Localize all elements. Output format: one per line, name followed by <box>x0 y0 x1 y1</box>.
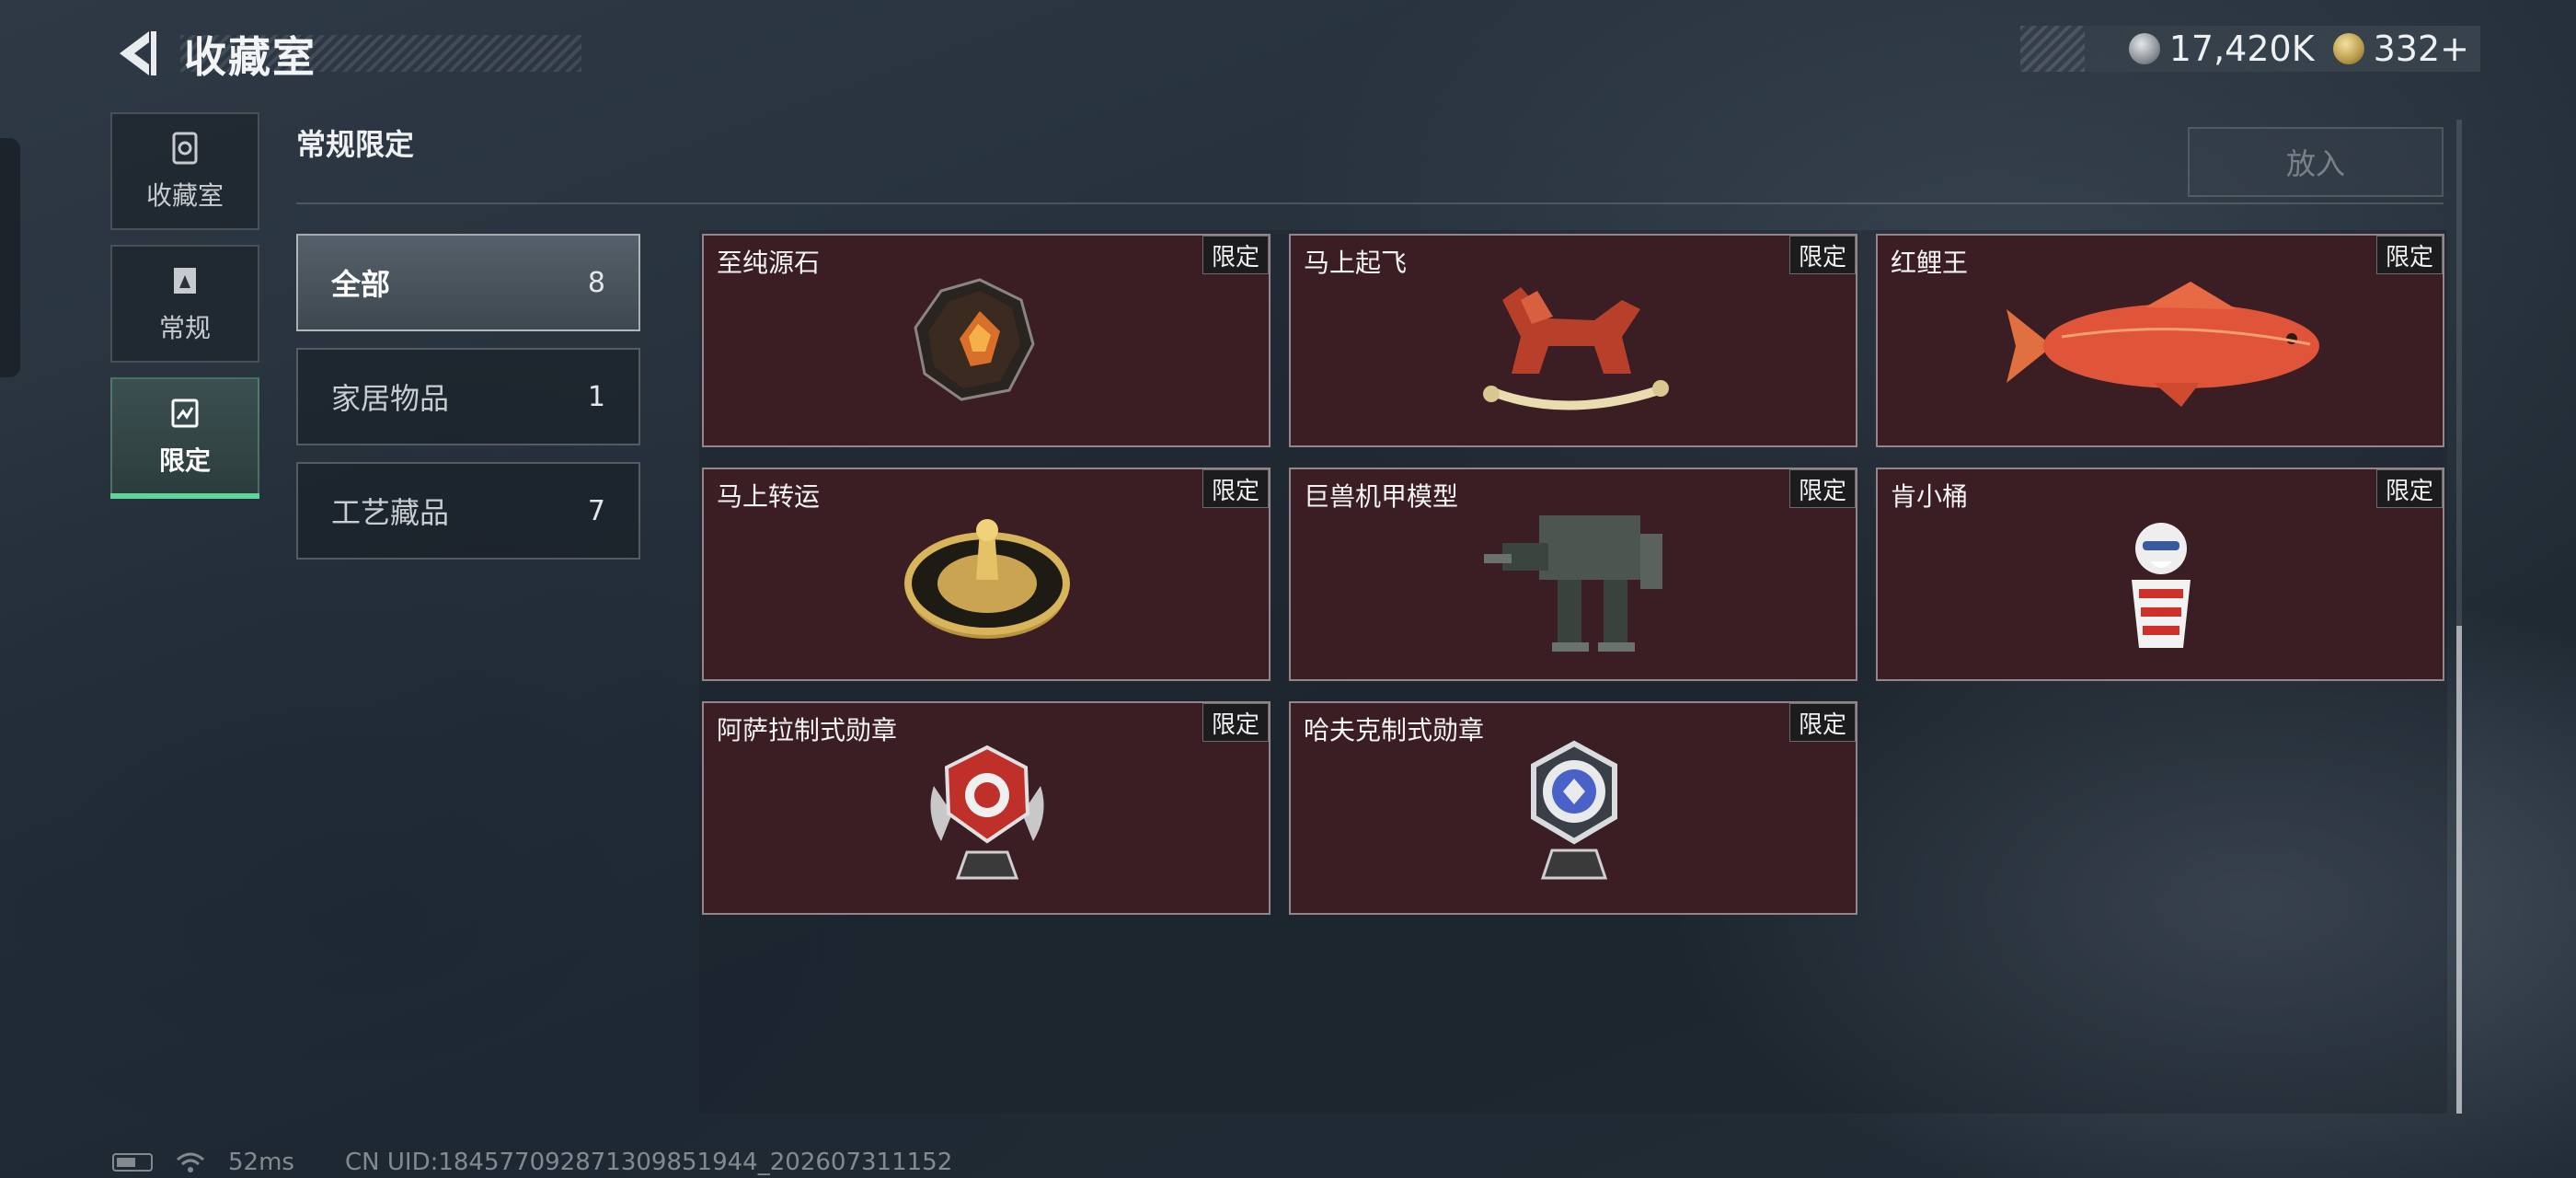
limited-icon <box>171 398 199 428</box>
item-card[interactable]: 巨兽机甲模型 限定 <box>1289 468 1857 681</box>
item-card[interactable]: 哈夫克制式勋章 限定 <box>1289 701 1857 915</box>
limited-badge: 限定 <box>1789 469 1856 508</box>
nav-item-regular[interactable]: 常规 <box>110 245 259 363</box>
category-count: 8 <box>587 266 605 299</box>
item-name: 阿萨拉制式勋章 <box>717 715 898 745</box>
status-bar: 52ms <box>112 1149 294 1176</box>
category-count: 7 <box>587 494 605 527</box>
item-name: 至纯源石 <box>717 248 821 278</box>
silver-coin-icon <box>2128 33 2160 64</box>
limited-badge: 限定 <box>1202 236 1269 274</box>
wifi-icon <box>177 1152 204 1172</box>
nav-item-collection-room[interactable]: 收藏室 <box>110 112 259 230</box>
item-name: 红鲤王 <box>1891 248 1969 278</box>
category-name: 家居物品 <box>331 381 450 416</box>
category-count: 1 <box>587 380 605 413</box>
category-name: 全部 <box>331 267 391 302</box>
limited-badge: 限定 <box>1202 469 1269 508</box>
nav-label: 限定 <box>158 445 211 476</box>
currency-bar: 17,420K 332+ <box>2020 26 2480 72</box>
item-card[interactable]: 红鲤王 限定 <box>1876 234 2444 447</box>
limited-badge: 限定 <box>1202 703 1269 742</box>
item-card[interactable]: 阿萨拉制式勋章 限定 <box>702 701 1271 915</box>
category-home-items[interactable]: 家居物品 1 <box>296 348 640 445</box>
item-card[interactable]: 肯小桶 限定 <box>1876 468 2444 681</box>
limited-badge: 限定 <box>1789 703 1856 742</box>
section-title: 常规限定 <box>296 127 415 162</box>
item-name: 马上转运 <box>717 481 821 512</box>
gold-amount: 332+ <box>2373 29 2469 69</box>
item-name: 巨兽机甲模型 <box>1304 481 1459 512</box>
item-name: 哈夫克制式勋章 <box>1304 715 1485 745</box>
put-in-button[interactable]: 放入 <box>2188 127 2444 197</box>
item-name: 肯小桶 <box>1891 481 1969 512</box>
nav-label: 收藏室 <box>145 180 224 211</box>
category-name: 工艺藏品 <box>331 495 450 530</box>
section-divider <box>296 202 2444 204</box>
item-name: 马上起飞 <box>1304 248 1408 278</box>
item-card[interactable]: 马上转运 限定 <box>702 468 1271 681</box>
nav-label: 常规 <box>158 313 211 343</box>
gold-coin-icon <box>2332 33 2364 64</box>
uid-text: CN UID:18457709287130985​1944_2026073111… <box>345 1149 953 1176</box>
regular-icon <box>174 268 196 294</box>
limited-badge: 限定 <box>2376 236 2443 274</box>
limited-badge: 限定 <box>2376 469 2443 508</box>
currency-silver[interactable]: 17,420K <box>2128 29 2315 69</box>
currency-gold[interactable]: 332+ <box>2332 29 2469 69</box>
item-card[interactable]: 至纯源石 限定 <box>702 234 1271 447</box>
limited-badge: 限定 <box>1789 236 1856 274</box>
battery-icon <box>112 1153 153 1172</box>
nav-item-limited[interactable]: 限定 <box>110 377 259 499</box>
page-title: 收藏室 <box>184 32 316 82</box>
category-all[interactable]: 全部 8 <box>296 234 640 331</box>
item-card[interactable]: 马上起飞 限定 <box>1289 234 1857 447</box>
back-arrow-icon <box>120 31 156 75</box>
latency-text: 52ms <box>228 1149 294 1176</box>
back-button[interactable] <box>109 26 164 81</box>
side-edge-handle <box>0 138 20 377</box>
silver-amount: 17,420K <box>2168 29 2315 69</box>
category-crafts[interactable]: 工艺藏品 7 <box>296 462 640 560</box>
scrollbar-thumb[interactable] <box>2456 626 2462 1114</box>
collection-room-icon <box>172 132 198 165</box>
